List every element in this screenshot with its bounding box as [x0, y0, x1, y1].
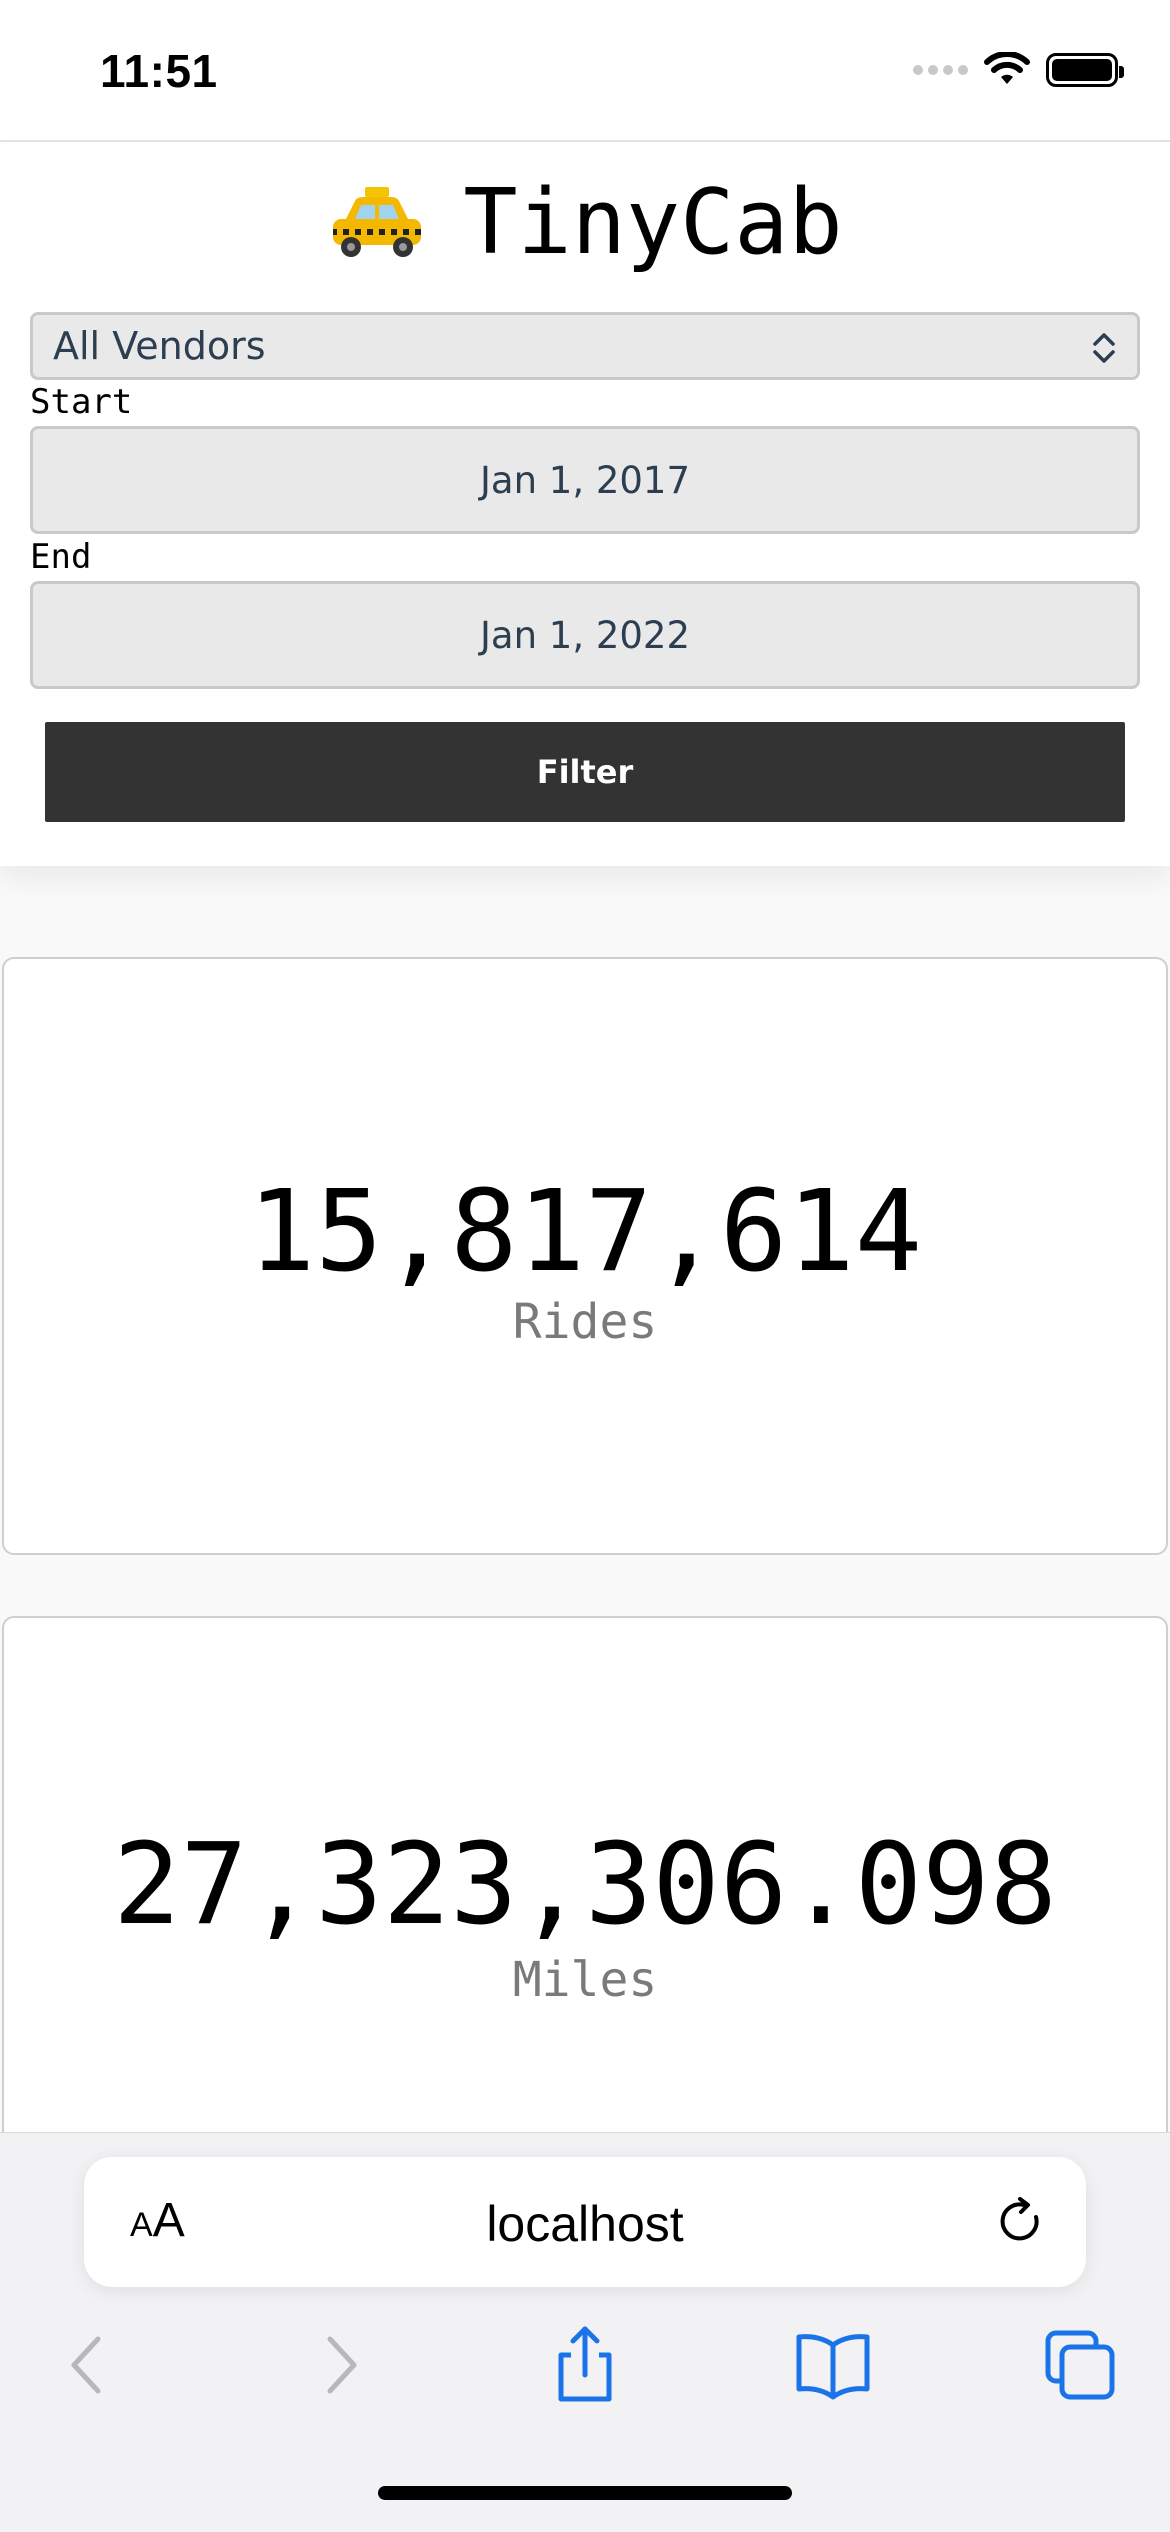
app-brand: TinyCab — [0, 170, 1170, 275]
cellular-signal-icon — [913, 65, 968, 75]
status-icons — [913, 52, 1124, 88]
bookmarks-icon[interactable] — [793, 2325, 873, 2405]
taxi-icon — [333, 186, 422, 257]
reload-icon[interactable] — [994, 2195, 1048, 2249]
rides-card: 15,817,614 Rides — [2, 957, 1168, 1555]
app-title: TinyCab — [463, 170, 843, 275]
end-label: End — [30, 537, 92, 577]
wifi-icon — [984, 52, 1030, 84]
start-label: Start — [30, 382, 133, 422]
rides-label: Rides — [512, 1294, 658, 1350]
app-screen: 11:51 TinyCab All Vendors Start Jan 1, 2… — [0, 0, 1170, 2532]
select-chevron-icon — [1093, 333, 1115, 363]
back-icon[interactable] — [48, 2325, 128, 2405]
vendor-select[interactable]: All Vendors — [30, 312, 1140, 380]
tabs-icon[interactable] — [1040, 2325, 1120, 2405]
end-date-input[interactable]: Jan 1, 2022 — [30, 581, 1140, 689]
browser-toolbar: A A localhost — [0, 2132, 1170, 2532]
share-icon[interactable] — [545, 2325, 625, 2405]
home-indicator — [378, 2486, 792, 2500]
vendor-select-value: All Vendors — [53, 324, 266, 368]
miles-value: 27,323,306.098 — [112, 1820, 1057, 1950]
filter-button[interactable]: Filter — [45, 722, 1125, 822]
url-text: localhost — [486, 2196, 684, 2252]
miles-label: Miles — [512, 1952, 658, 2008]
forward-icon[interactable] — [300, 2325, 380, 2405]
start-date-input[interactable]: Jan 1, 2017 — [30, 426, 1140, 534]
status-bar: 11:51 — [0, 0, 1170, 140]
rides-value: 15,817,614 — [247, 1167, 923, 1297]
status-time: 11:51 — [100, 45, 218, 97]
address-bar[interactable]: A A localhost — [84, 2157, 1086, 2287]
filter-panel: TinyCab All Vendors Start Jan 1, 2017 En… — [0, 140, 1170, 866]
miles-card: 27,323,306.098 Miles — [2, 1616, 1168, 2216]
battery-icon — [1046, 53, 1124, 87]
